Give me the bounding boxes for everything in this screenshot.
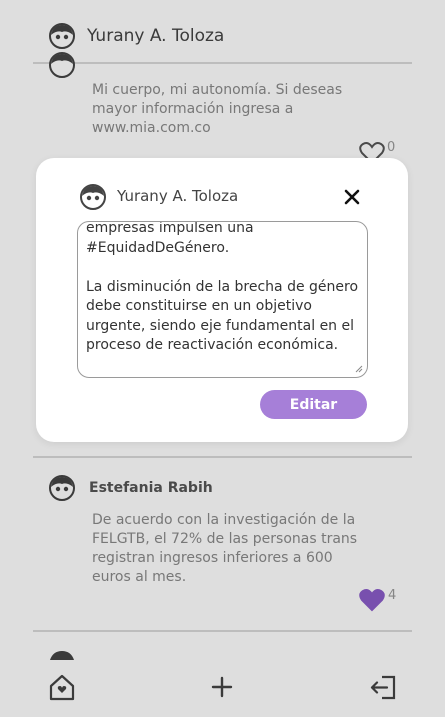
post-text-editor-value: empresas impulsen una #EquidadDeGénero. … — [86, 221, 359, 353]
post-text-editor[interactable]: empresas impulsen una #EquidadDeGénero. … — [77, 221, 368, 378]
app-screen: Yurany A. Toloza Mi cuerpo, mi autonomía… — [0, 0, 445, 717]
modal-user-name: Yurany A. Toloza — [117, 187, 239, 205]
close-icon — [344, 189, 360, 205]
edit-post-modal: Yurany A. Toloza empresas impulsen una #… — [36, 158, 408, 442]
resize-handle-icon[interactable] — [355, 365, 363, 373]
close-button[interactable] — [337, 182, 367, 212]
avatar-icon — [80, 184, 106, 210]
edit-button[interactable]: Editar — [260, 390, 367, 419]
